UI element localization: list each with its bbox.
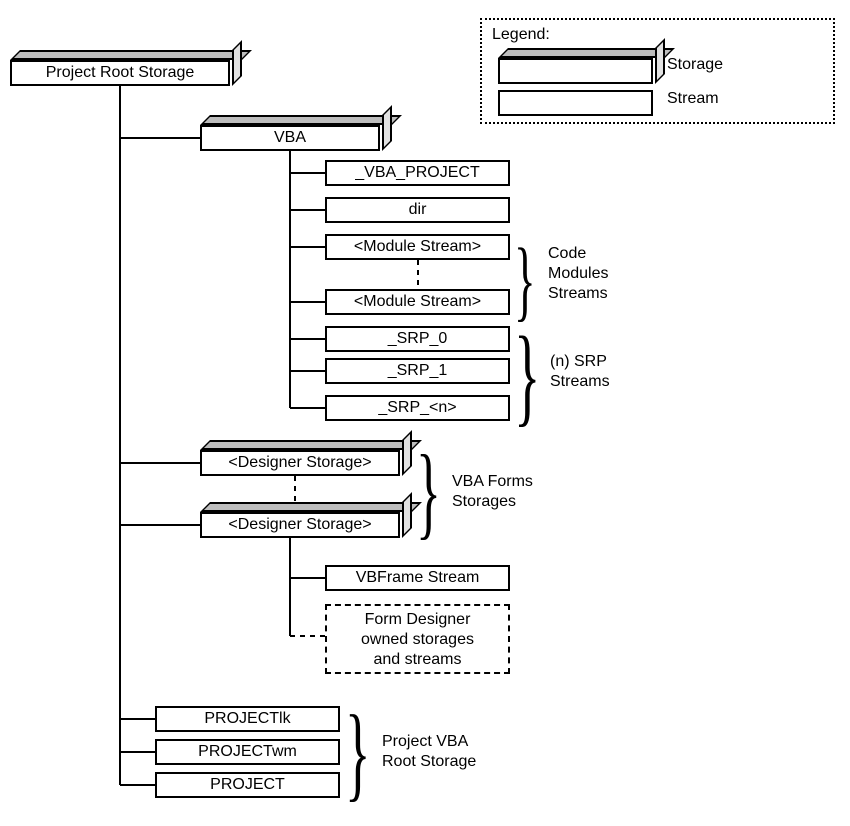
legend-title: Legend: (492, 26, 823, 44)
stream-vba-project-label: _VBA_PROJECT (355, 164, 479, 181)
stream-srp-0: _SRP_0 (325, 326, 510, 352)
brace-designers-icon: } (416, 440, 441, 544)
stream-dir-label: dir (409, 201, 427, 218)
box-form-designer-owned: Form Designer owned storages and streams (325, 604, 510, 674)
brace-srp-label: (n) SRP Streams (550, 352, 610, 392)
stream-vba-project: _VBA_PROJECT (325, 160, 510, 186)
stream-srp-n-label: _SRP_<n> (378, 399, 456, 416)
stream-project-label: PROJECT (210, 776, 285, 793)
stream-projectlk: PROJECTlk (155, 706, 340, 732)
stream-projectwm-label: PROJECTwm (198, 743, 297, 760)
stream-project: PROJECT (155, 772, 340, 798)
stream-srp-1: _SRP_1 (325, 358, 510, 384)
stream-dir: dir (325, 197, 510, 223)
stream-srp-1-label: _SRP_1 (388, 362, 448, 379)
stream-module-1-label: <Module Stream> (354, 238, 481, 255)
legend-storage-label: Storage (667, 56, 723, 74)
storage-project-root: Project Root Storage (10, 60, 230, 86)
storage-vba-label: VBA (274, 129, 306, 146)
brace-root-streams-label: Project VBA Root Storage (382, 732, 476, 772)
brace-srp-icon: } (514, 320, 540, 430)
storage-vba: VBA (200, 125, 380, 151)
stream-vbframe-label: VBFrame Stream (356, 569, 480, 586)
stream-module-1: <Module Stream> (325, 234, 510, 260)
brace-root-streams-icon: } (345, 700, 370, 806)
storage-designer-1-label: <Designer Storage> (228, 454, 371, 471)
legend: Legend: Storage Stream (480, 18, 835, 124)
brace-designers-label: VBA Forms Storages (452, 472, 533, 512)
stream-module-2: <Module Stream> (325, 289, 510, 315)
stream-vbframe: VBFrame Stream (325, 565, 510, 591)
storage-designer-2-label: <Designer Storage> (228, 516, 371, 533)
storage-designer-1: <Designer Storage> (200, 450, 400, 476)
storage-project-root-label: Project Root Storage (46, 64, 195, 81)
legend-stream-icon (498, 90, 653, 116)
brace-code-modules-icon: } (514, 236, 536, 326)
stream-srp-0-label: _SRP_0 (388, 330, 448, 347)
brace-code-modules-label: Code Modules Streams (548, 244, 608, 304)
storage-designer-2: <Designer Storage> (200, 512, 400, 538)
stream-module-2-label: <Module Stream> (354, 293, 481, 310)
legend-storage-icon (498, 58, 653, 84)
stream-projectlk-label: PROJECTlk (204, 710, 290, 727)
stream-projectwm: PROJECTwm (155, 739, 340, 765)
legend-stream-label: Stream (667, 90, 719, 108)
stream-srp-n: _SRP_<n> (325, 395, 510, 421)
